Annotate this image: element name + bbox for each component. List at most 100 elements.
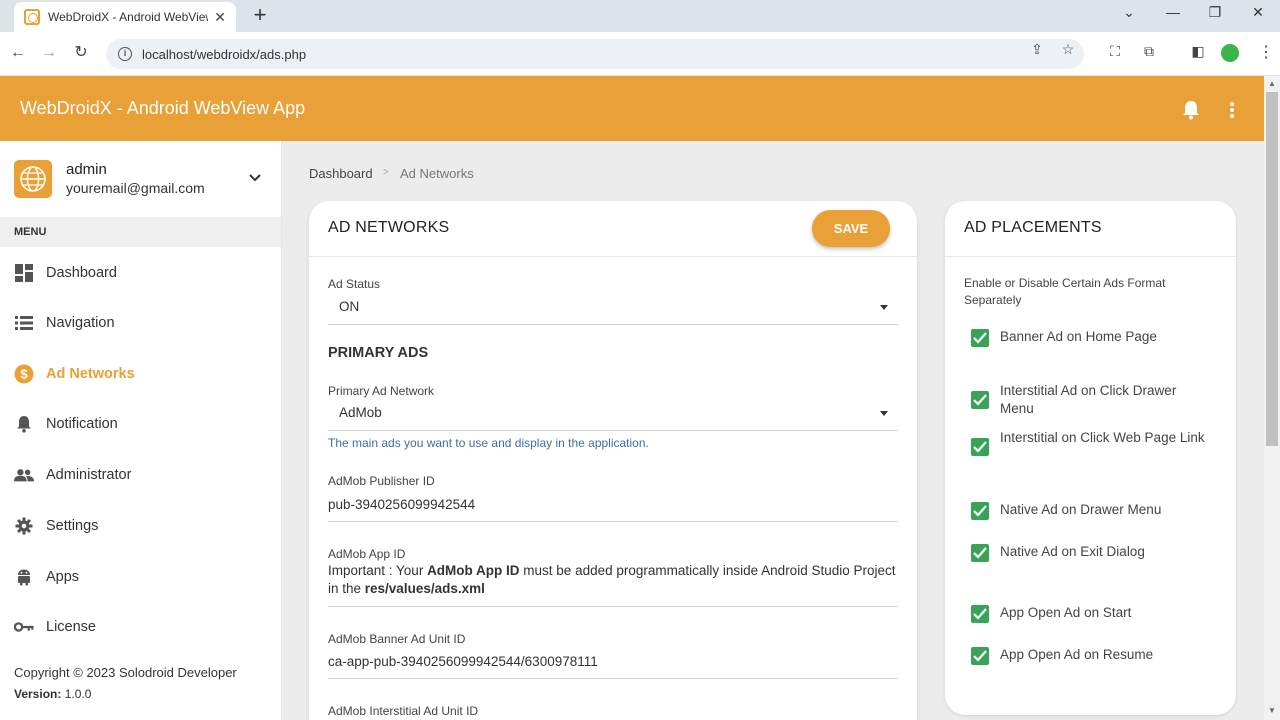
more-options-icon[interactable] [1224,100,1240,120]
field-underline [328,606,898,607]
user-profile[interactable]: admin youremail@gmail.com [0,141,281,217]
checkbox-interstitial-web-link[interactable] [971,438,989,456]
menu-header: MENU [0,217,281,247]
address-bar[interactable]: i localhost/webdroidx/ads.php [106,39,1084,69]
checkbox-label[interactable]: App Open Ad on Resume [1000,646,1210,664]
sidebar-item-label: Ad Networks [46,366,135,382]
sidebar-item-ad-networks[interactable]: $ Ad Networks [0,354,281,394]
banner-unit-label: AdMob Banner Ad Unit ID [328,632,466,646]
extensions-icon[interactable]: ⧉ [1139,43,1159,60]
app-header: WebDroidX - Android WebView App [0,76,1264,141]
globe-icon [20,166,46,192]
new-tab-button[interactable]: + [248,4,272,28]
site-favicon-icon [24,9,40,25]
ad-status-select[interactable]: ON [339,299,359,314]
close-window-button[interactable]: ✕ [1246,4,1270,21]
bell-icon [14,414,34,434]
notification-bell-icon[interactable] [1182,100,1200,120]
reload-button[interactable]: ↻ [70,42,92,64]
checkbox-label[interactable]: Native Ad on Drawer Menu [1000,501,1210,519]
copyright-text: Copyright © 2023 Solodroid Developer [14,665,237,680]
checkbox-label[interactable]: Interstitial on Click Web Page Link [1000,429,1210,447]
sidebar-item-label: Notification [46,416,118,432]
banner-unit-input[interactable]: ca-app-pub-3940256099942544/6300978111 [328,654,598,669]
page-scrollbar[interactable]: ▲ ▼ [1264,76,1280,720]
primary-ad-network-label: Primary Ad Network [328,384,435,398]
app-id-note: Important : Your AdMob App ID must be ad… [328,563,896,596]
user-email: youremail@gmail.com [66,180,205,196]
sidebar: admin youremail@gmail.com MENU Dashboard… [0,141,282,720]
main-content: Dashboard > Ad Networks AD NETWORKS SAVE… [282,141,1264,720]
sidebar-item-label: License [46,619,96,635]
browser-menu-icon[interactable]: ⋮ [1258,42,1274,62]
chevron-down-icon[interactable] [248,173,262,183]
primary-ads-heading: PRIMARY ADS [328,345,429,361]
sidebar-item-apps[interactable]: Apps [0,557,281,597]
svg-text:$: $ [20,367,28,382]
field-underline [328,521,898,522]
caret-down-icon[interactable] [880,305,888,310]
sidebar-item-license[interactable]: License [0,607,281,647]
checkbox-interstitial-drawer[interactable] [971,391,989,409]
caret-down-icon[interactable] [880,411,888,416]
checkbox-app-open-start[interactable] [971,605,989,623]
checkbox-label[interactable]: Interstitial Ad on Click Drawer Menu [1000,382,1210,418]
interstitial-unit-label: AdMob Interstitial Ad Unit ID [328,704,479,718]
share-icon[interactable]: ⇪ [1028,41,1046,58]
browser-tab[interactable]: WebDroidX - Android WebView ✕ [14,2,236,32]
url-text[interactable]: localhost/webdroidx/ads.php [142,47,306,62]
field-underline [328,430,898,431]
tab-close-icon[interactable]: ✕ [214,9,226,26]
app-id-label: AdMob App ID [328,547,406,561]
sidebar-item-settings[interactable]: Settings [0,506,281,546]
scroll-down-arrow-icon[interactable]: ▼ [1268,706,1276,715]
ad-placements-description: Enable or Disable Certain Ads Format Sep… [964,276,1166,307]
ad-networks-title: AD NETWORKS [328,219,450,236]
android-icon [14,567,34,587]
sidebar-item-navigation[interactable]: Navigation [0,303,281,343]
ad-placements-card: AD PLACEMENTS Enable or Disable Certain … [945,201,1236,715]
minimize-button[interactable]: — [1161,4,1185,20]
sidebar-item-dashboard[interactable]: Dashboard [0,253,281,293]
dashboard-icon [14,263,34,283]
sidebar-item-label: Administrator [46,467,132,483]
save-button[interactable]: SAVE [812,210,890,247]
checkbox-app-open-resume[interactable] [971,647,989,665]
sidebar-item-label: Navigation [46,315,115,331]
bookmark-star-icon[interactable]: ☆ [1059,41,1077,58]
scrollbar-thumb[interactable] [1266,92,1278,446]
side-panel-icon[interactable]: ◧ [1188,43,1208,60]
primary-ad-network-select[interactable]: AdMob [339,405,382,420]
checkbox-label[interactable]: Native Ad on Exit Dialog [1000,543,1210,561]
scroll-up-arrow-icon[interactable]: ▲ [1268,79,1276,88]
sidebar-item-label: Settings [46,518,99,534]
browser-tab-bar: WebDroidX - Android WebView ✕ + ⌄ — ❐ ✕ [0,0,1280,32]
publisher-id-input[interactable]: pub-3940256099942544 [328,497,475,512]
maximize-button[interactable]: ❐ [1203,4,1227,21]
checkbox-label[interactable]: Banner Ad on Home Page [1000,328,1210,346]
tab-search-chevron-icon[interactable]: ⌄ [1117,4,1141,21]
site-info-icon[interactable]: i [118,47,132,61]
ad-networks-card: AD NETWORKS SAVE Ad Status ON PRIMARY AD… [309,201,917,720]
screenshot-icon[interactable]: ⛶ [1105,43,1125,60]
sidebar-item-administrator[interactable]: Administrator [0,455,281,495]
browser-toolbar: ← → ↻ i localhost/webdroidx/ads.php ⇪ ☆ … [0,32,1280,76]
ad-placements-card-header: AD PLACEMENTS [945,201,1236,257]
dollar-icon: $ [14,364,34,384]
breadcrumb-dashboard-link[interactable]: Dashboard [309,166,373,181]
checkbox-label[interactable]: App Open Ad on Start [1000,604,1210,622]
app-title: WebDroidX - Android WebView App [20,98,306,118]
checkbox-native-exit[interactable] [971,544,989,562]
forward-button[interactable]: → [38,42,60,64]
breadcrumb-separator: > [383,167,389,178]
checkbox-banner-home[interactable] [971,329,989,347]
checkbox-native-drawer[interactable] [971,502,989,520]
user-name: admin [66,161,107,178]
ad-placements-title: AD PLACEMENTS [964,219,1102,236]
publisher-id-label: AdMob Publisher ID [328,474,435,488]
avatar [14,160,52,198]
tab-title: WebDroidX - Android WebView [48,10,208,24]
profile-avatar[interactable] [1221,44,1239,62]
back-button[interactable]: ← [7,42,29,64]
sidebar-item-notification[interactable]: Notification [0,404,281,444]
